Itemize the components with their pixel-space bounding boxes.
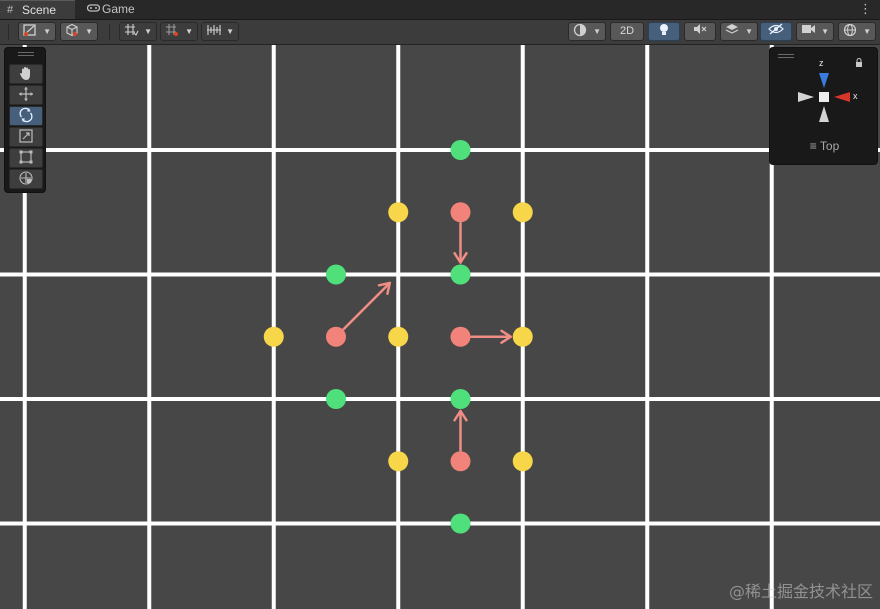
camera-dropdown[interactable]: ▼ bbox=[796, 22, 834, 41]
shading-mode-dropdown[interactable]: ▼ bbox=[568, 22, 606, 41]
toggle-2d-label: 2D bbox=[619, 25, 635, 37]
tab-bar: # Scene Game ⋮ bbox=[0, 0, 880, 20]
watermark: @稀土掘金技术社区 bbox=[728, 582, 873, 601]
view-label-text: Top bbox=[819, 139, 840, 153]
red-point[interactable] bbox=[450, 326, 471, 347]
scene-view[interactable] bbox=[0, 45, 880, 609]
cube-icon bbox=[65, 23, 79, 42]
effects-dropdown[interactable]: ▼ bbox=[720, 22, 758, 41]
yellow-point[interactable] bbox=[512, 202, 533, 223]
chevron-down-icon: ▼ bbox=[85, 27, 93, 36]
chevron-down-icon: ▼ bbox=[185, 27, 193, 36]
chevron-down-icon: ▼ bbox=[226, 27, 234, 36]
transform-icon bbox=[18, 171, 34, 186]
axis-neg-z-cone[interactable] bbox=[819, 106, 829, 122]
scale-tool[interactable] bbox=[9, 127, 43, 147]
chevron-down-icon: ▼ bbox=[144, 27, 152, 36]
tab-scene-label: Scene bbox=[22, 3, 57, 17]
green-point[interactable] bbox=[326, 389, 346, 409]
chevron-down-icon: ▼ bbox=[821, 27, 829, 36]
chevron-down-icon: ▼ bbox=[863, 27, 871, 36]
draw-mode-icon bbox=[23, 23, 37, 42]
increment-snap-icon bbox=[165, 23, 180, 42]
axis-x-cone[interactable] bbox=[834, 92, 850, 102]
grid-ruler-dropdown[interactable]: ▼ bbox=[201, 22, 239, 41]
kebab-menu-icon[interactable]: ⋮ bbox=[859, 0, 872, 17]
axis-neg-x-cone[interactable] bbox=[798, 92, 814, 102]
draw-mode-dropdown[interactable]: ▼ bbox=[18, 22, 56, 41]
audio-mute-icon bbox=[693, 24, 707, 37]
gamepad-icon bbox=[86, 0, 101, 19]
green-point[interactable] bbox=[326, 264, 346, 285]
menu-lines-icon: ≡ bbox=[809, 139, 817, 153]
toolbar-separator bbox=[109, 24, 110, 40]
tool-palette bbox=[4, 47, 46, 193]
grid-snapping-dropdown[interactable]: ▼ bbox=[119, 22, 157, 41]
chevron-down-icon: ▼ bbox=[593, 27, 601, 36]
chevron-down-icon: ▼ bbox=[43, 27, 51, 36]
red-point[interactable] bbox=[450, 451, 471, 472]
toggle-2d-button[interactable]: 2D bbox=[610, 22, 644, 41]
rect-tool[interactable] bbox=[9, 148, 43, 168]
hand-tool[interactable] bbox=[9, 64, 43, 84]
hand-icon bbox=[18, 66, 34, 81]
yellow-point[interactable] bbox=[388, 451, 409, 472]
red-point[interactable] bbox=[450, 202, 471, 223]
layers-icon bbox=[725, 23, 739, 41]
red-point[interactable] bbox=[326, 326, 346, 347]
render-mode-dropdown[interactable]: ▼ bbox=[60, 22, 98, 41]
toolbar-separator bbox=[8, 24, 9, 40]
gizmos-dropdown[interactable]: ▼ bbox=[838, 22, 876, 41]
tab-game-label: Game bbox=[102, 2, 135, 16]
axis-cone-icons[interactable] bbox=[770, 48, 879, 144]
sphere-icon bbox=[573, 23, 587, 42]
camera-icon bbox=[801, 23, 816, 40]
tab-game[interactable]: Game bbox=[80, 0, 150, 19]
green-point[interactable] bbox=[450, 389, 471, 409]
eye-hidden-icon bbox=[768, 23, 784, 37]
axis-z-cone[interactable] bbox=[819, 73, 829, 88]
tab-scene[interactable]: # Scene bbox=[0, 0, 75, 19]
grid-icon: # bbox=[7, 4, 14, 16]
ruler-icon bbox=[206, 23, 222, 42]
view-label[interactable]: ≡ Top bbox=[770, 139, 879, 153]
increment-snapping-dropdown[interactable]: ▼ bbox=[160, 22, 198, 41]
green-point[interactable] bbox=[450, 140, 471, 160]
globe-icon bbox=[843, 23, 857, 42]
orientation-gizmo: z x ≡ Top bbox=[769, 47, 878, 165]
green-point[interactable] bbox=[450, 264, 471, 285]
rect-icon bbox=[18, 150, 34, 165]
yellow-point[interactable] bbox=[263, 326, 284, 347]
rotate-tool[interactable] bbox=[9, 106, 43, 126]
grid-snap-icon bbox=[124, 23, 139, 42]
audio-toggle[interactable] bbox=[684, 22, 716, 41]
chevron-down-icon: ▼ bbox=[745, 27, 753, 36]
yellow-point[interactable] bbox=[388, 326, 409, 347]
scene-visibility-toggle[interactable] bbox=[760, 22, 792, 41]
yellow-point[interactable] bbox=[388, 202, 409, 223]
lightbulb-icon bbox=[658, 24, 670, 38]
yellow-point[interactable] bbox=[512, 451, 533, 472]
scale-icon bbox=[18, 129, 34, 144]
yellow-point[interactable] bbox=[512, 326, 533, 347]
scene-toolbar: ▼ ▼ ▼ ▼ ▼ ▼ 2D ▼ ▼ ▼ bbox=[0, 20, 880, 45]
rotate-icon bbox=[18, 107, 34, 123]
transform-tool[interactable] bbox=[9, 169, 43, 189]
move-arrows-icon bbox=[18, 87, 34, 102]
gizmo-center-cube[interactable] bbox=[819, 92, 829, 102]
move-tool[interactable] bbox=[9, 85, 43, 105]
drag-handle[interactable] bbox=[18, 52, 34, 56]
lighting-toggle[interactable] bbox=[648, 22, 680, 41]
green-point[interactable] bbox=[450, 513, 471, 534]
